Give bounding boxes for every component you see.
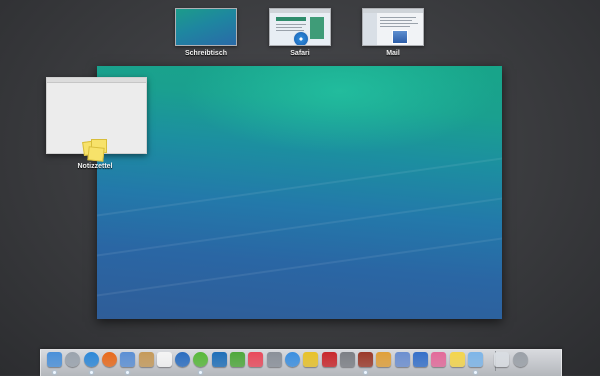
dock-running-indicator [53,371,56,374]
dock-pocket-icon[interactable] [248,352,264,367]
dock-app-blue-icon[interactable] [211,352,227,367]
wave-streak [97,235,502,299]
notes-window-label: Notizzettel [77,163,113,170]
space-thumbnail[interactable] [362,8,424,46]
mini-line [380,17,416,18]
space-label: Schreibtisch [184,50,227,57]
dock-app-blue2-icon[interactable] [413,352,428,367]
space-schreibtisch[interactable]: Schreibtisch [175,8,237,57]
dock-running-indicator [89,371,93,374]
space-thumbnail[interactable] [269,8,331,46]
dock-safari-icon[interactable] [83,352,99,367]
dock-stickies-icon[interactable] [449,352,465,367]
safari-icon [293,31,309,45]
dock-adium-icon[interactable] [303,352,319,367]
window-titlebar [47,78,146,83]
wave-streak [97,195,502,259]
dock-folder-icon[interactable] [467,352,483,367]
space-safari[interactable]: Safari [269,8,331,57]
dock-firefox-icon[interactable] [101,352,117,367]
dock-preview-icon[interactable] [431,352,447,367]
dock-mail-icon[interactable] [120,352,136,367]
sticky-note [87,146,105,162]
mini-column [310,17,324,39]
dock-calendar-icon[interactable] [156,352,172,367]
dock [40,349,562,376]
dock-app-store-icon[interactable] [284,352,300,367]
dock-dictionary-icon[interactable] [358,352,374,367]
dock-1password-icon[interactable] [175,352,191,367]
space-label: Mail [386,50,400,57]
mini-toolbar [270,9,330,13]
dock-app-orange-icon[interactable] [376,352,392,367]
dock-contacts-icon[interactable] [138,352,154,367]
space-mail[interactable]: Mail [362,8,424,57]
dock-evernote-icon[interactable] [230,352,245,367]
dock-documents-icon[interactable] [494,352,510,367]
dock-keynote-icon[interactable] [394,352,410,367]
stickies-icon [82,139,107,162]
dock-filezilla-icon[interactable] [321,352,337,367]
mini-header [276,17,306,21]
mini-line [276,27,302,28]
dock-trash-icon[interactable] [512,352,528,367]
dock-running-indicator [473,371,477,374]
mini-line [276,24,306,25]
dock-app-gray-icon[interactable] [339,352,355,367]
mini-sidebar [363,13,377,45]
dock-finder-icon[interactable] [47,352,62,367]
space-thumbnail[interactable] [175,8,237,46]
mail-icon [392,30,408,44]
dock-printer-icon[interactable] [266,352,282,367]
mini-line [380,20,412,21]
mini-line [380,26,410,27]
desktop-window-preview[interactable] [97,66,502,319]
space-label: Safari [290,50,310,57]
wave-streak [97,155,502,219]
mini-line [380,23,418,24]
